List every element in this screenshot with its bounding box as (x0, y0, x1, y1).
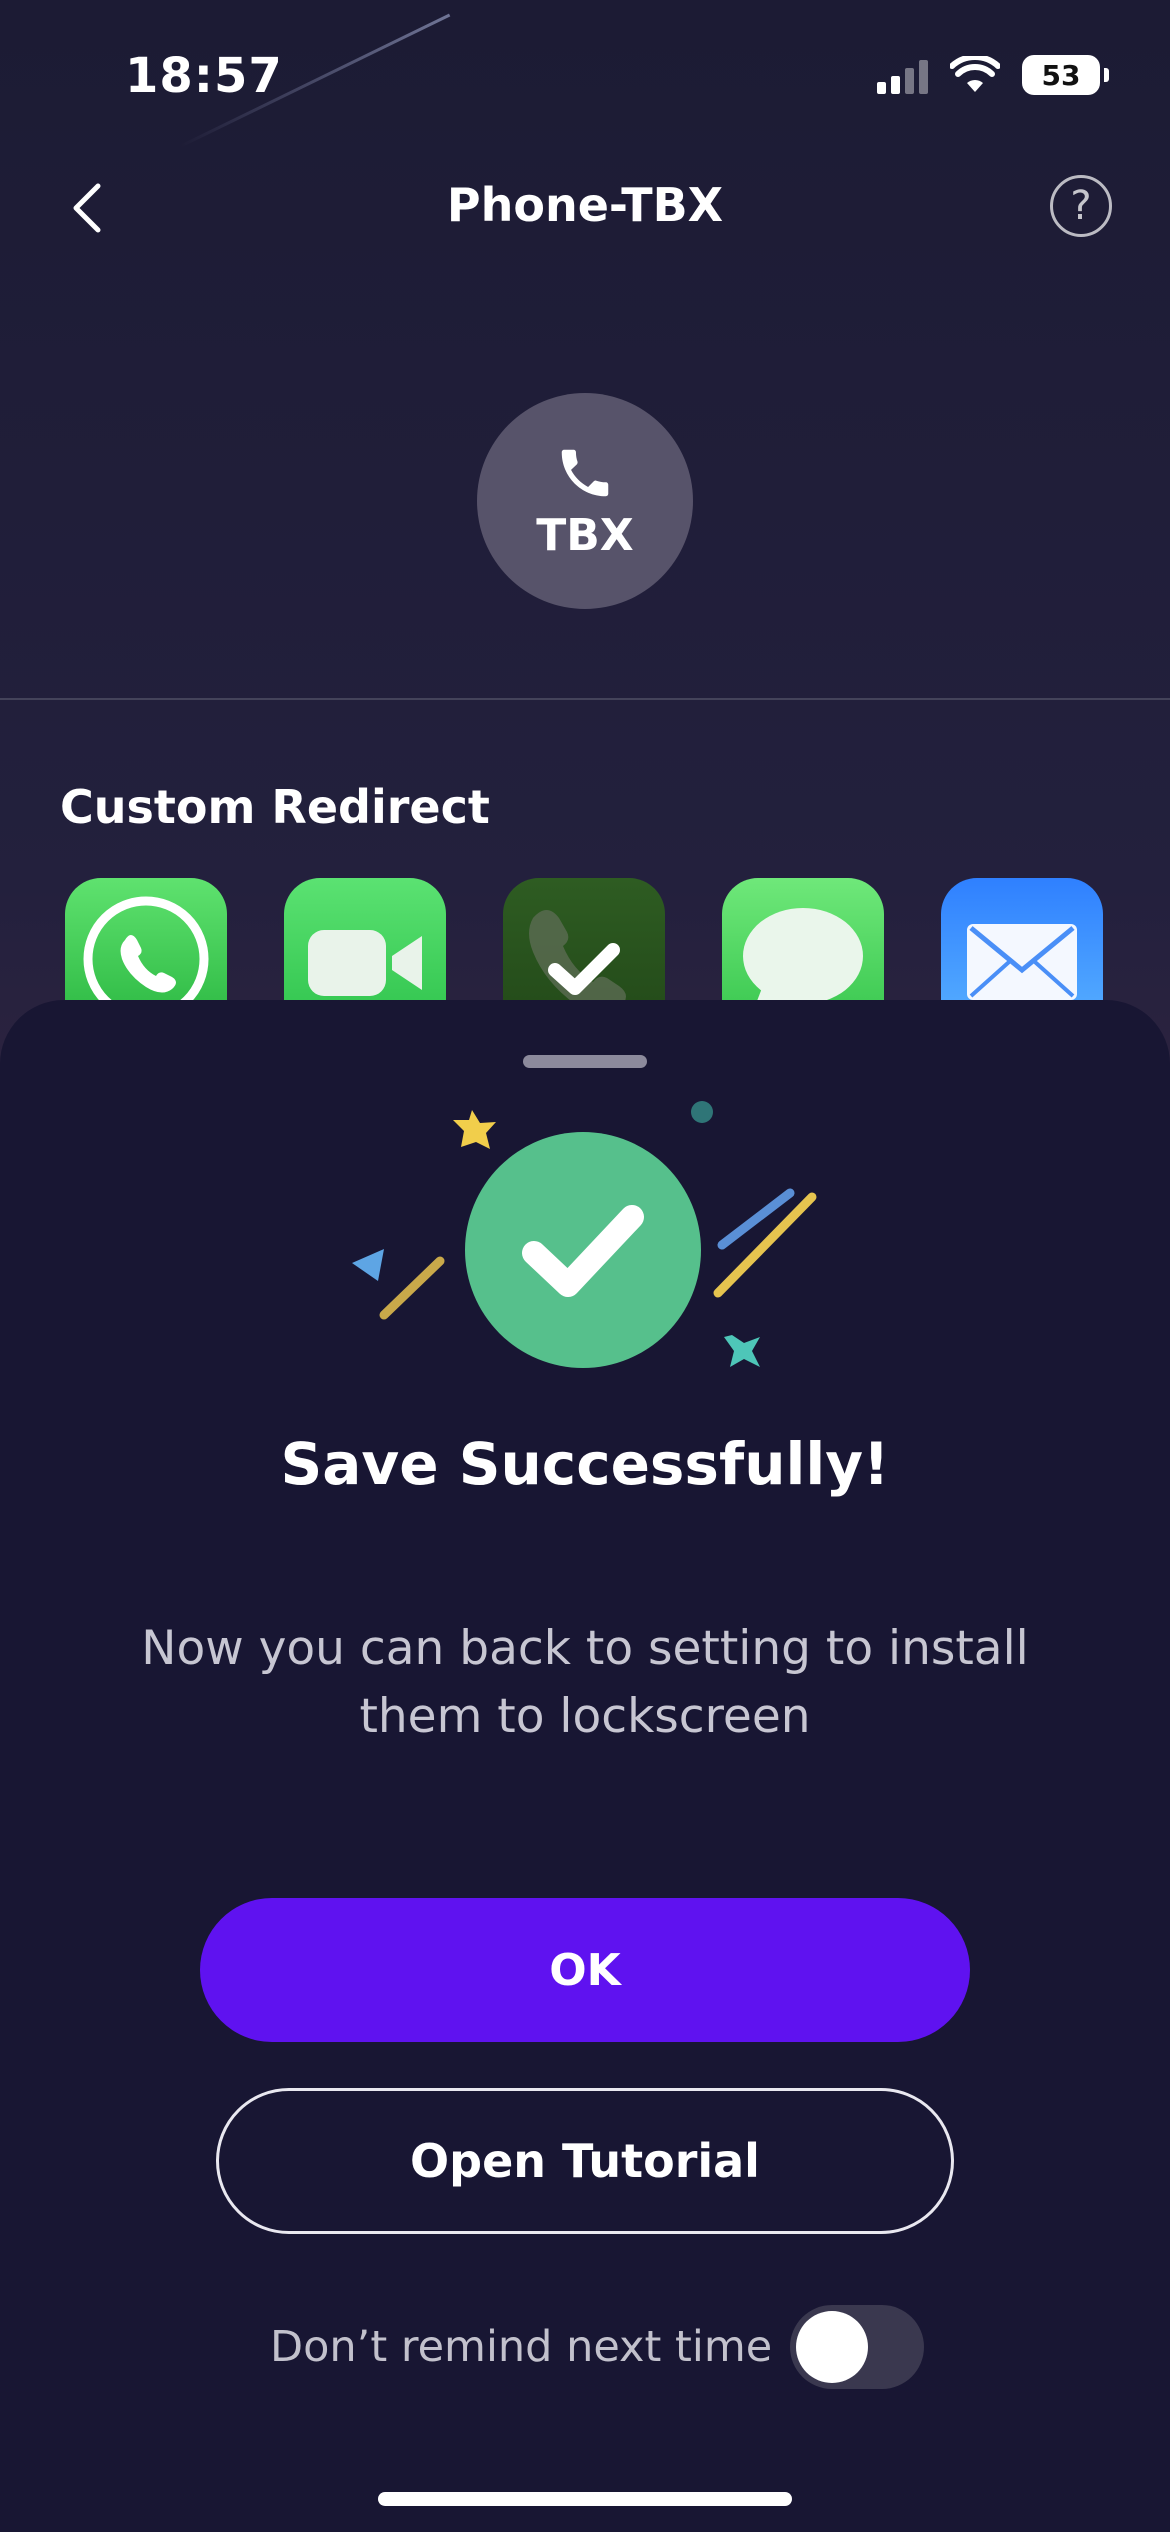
success-circle (465, 1132, 701, 1368)
ok-button[interactable]: OK (200, 1898, 970, 2042)
section-title: Custom Redirect (60, 780, 490, 834)
wifi-icon (950, 56, 1000, 92)
dont-remind-toggle[interactable] (790, 2305, 925, 2389)
contact-label: TBX (536, 509, 634, 561)
sheet-grabber[interactable] (523, 1055, 647, 1068)
signal-icon (877, 56, 928, 94)
divider (0, 698, 1170, 700)
question-mark-icon[interactable]: ? (1050, 175, 1112, 237)
success-title: Save Successfully! (280, 1430, 890, 1498)
page-title: Phone-TBX (446, 178, 724, 232)
phone-icon (561, 449, 609, 496)
status-time: 18:57 (125, 48, 283, 104)
success-illustration (352, 1101, 817, 1368)
open-tutorial-button[interactable]: Open Tutorial (216, 2088, 954, 2234)
contact-avatar: TBX (477, 393, 693, 609)
toggle-knob (796, 2311, 869, 2383)
status-icons: 53 (877, 55, 1109, 95)
battery-level: 53 (1041, 58, 1081, 92)
remind-row: Don’t remind next time (270, 2305, 925, 2389)
success-message: Now you can back to setting to install t… (141, 1621, 1029, 1744)
battery-icon: 53 (1022, 55, 1109, 95)
remind-label: Don’t remind next time (270, 2322, 773, 2372)
home-indicator[interactable] (378, 2492, 792, 2506)
